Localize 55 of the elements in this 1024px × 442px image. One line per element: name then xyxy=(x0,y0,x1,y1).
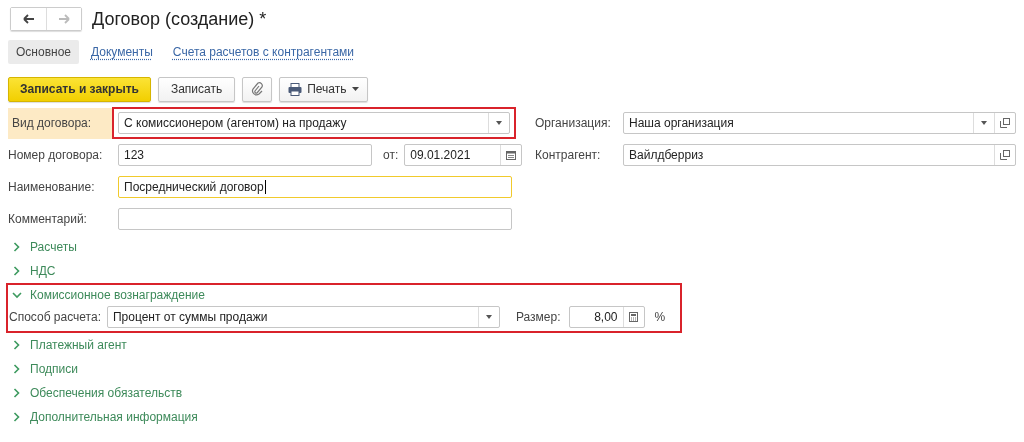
field-label: от: xyxy=(383,148,399,162)
caret-icon xyxy=(485,315,492,319)
field-label: Организация: xyxy=(534,116,612,130)
back-button[interactable] xyxy=(11,8,46,30)
print-button[interactable]: Печать xyxy=(279,76,368,102)
section-header[interactable]: Дополнительная информация xyxy=(8,407,198,427)
printer-icon xyxy=(288,82,303,96)
chevron-right-icon xyxy=(12,388,22,398)
save-and-close-button[interactable]: Записать и закрыть xyxy=(8,76,151,102)
section-header[interactable]: Платежный агент xyxy=(8,335,127,355)
field-label: Вид договора: xyxy=(8,107,112,139)
name-field[interactable]: Посреднический договор xyxy=(118,176,512,198)
paperclip-icon xyxy=(251,82,264,96)
contract-type-dropdown[interactable]: С комиссионером (агентом) на продажу xyxy=(118,112,510,134)
counterparty-field[interactable]: Вайлдберриз xyxy=(623,144,1016,166)
chevron-right-icon xyxy=(12,242,22,252)
section-header[interactable]: Комиссионное вознаграждение xyxy=(8,285,205,305)
chevron-down-icon xyxy=(12,291,22,299)
field-label: Способ расчета: xyxy=(8,310,101,324)
chevron-right-icon xyxy=(12,340,22,350)
field-label: Номер договора: xyxy=(8,148,104,162)
field-label: Комментарий: xyxy=(8,212,88,226)
calendar-icon xyxy=(506,150,517,160)
comment-field[interactable] xyxy=(118,208,512,230)
tab[interactable]: Документы xyxy=(83,40,161,64)
attach-button[interactable] xyxy=(242,76,273,102)
section-header[interactable]: НДС xyxy=(8,261,56,281)
save-button[interactable]: Записать xyxy=(157,76,236,102)
chevron-right-icon xyxy=(12,412,22,422)
calculation-method-dropdown[interactable]: Процент от суммы продажи xyxy=(106,306,500,328)
left-arrow-icon xyxy=(22,14,35,24)
right-arrow-icon xyxy=(58,14,70,24)
field-label: Контрагент: xyxy=(534,148,602,162)
print-label: Печать xyxy=(307,82,347,96)
section-header[interactable]: Расчеты xyxy=(8,237,77,257)
chevron-right-icon xyxy=(12,364,22,374)
window-title: Договор (создание) * xyxy=(92,8,267,30)
caret-icon xyxy=(496,121,502,125)
open-icon xyxy=(1000,150,1010,160)
section-header[interactable]: Обеспечения обязательств xyxy=(8,383,183,403)
open-icon xyxy=(1000,118,1010,128)
tab[interactable]: Основное xyxy=(8,40,79,64)
date-field[interactable]: 09.01.2021 xyxy=(404,144,523,166)
calculator-icon xyxy=(629,312,639,322)
size-field[interactable]: 8,00 xyxy=(568,306,645,328)
field-label: Наименование: xyxy=(8,180,96,194)
caret-icon xyxy=(981,121,987,125)
chevron-right-icon xyxy=(12,266,22,276)
contract-number-field[interactable]: 123 xyxy=(118,144,372,166)
field-label: Размер: xyxy=(515,310,561,324)
organization-dropdown[interactable]: Наша организация xyxy=(623,112,1016,134)
caret-icon xyxy=(351,87,359,91)
unit-label: % xyxy=(654,310,666,324)
tab[interactable]: Счета расчетов с контрагентами xyxy=(164,40,363,64)
section-header[interactable]: Подписи xyxy=(8,359,78,379)
